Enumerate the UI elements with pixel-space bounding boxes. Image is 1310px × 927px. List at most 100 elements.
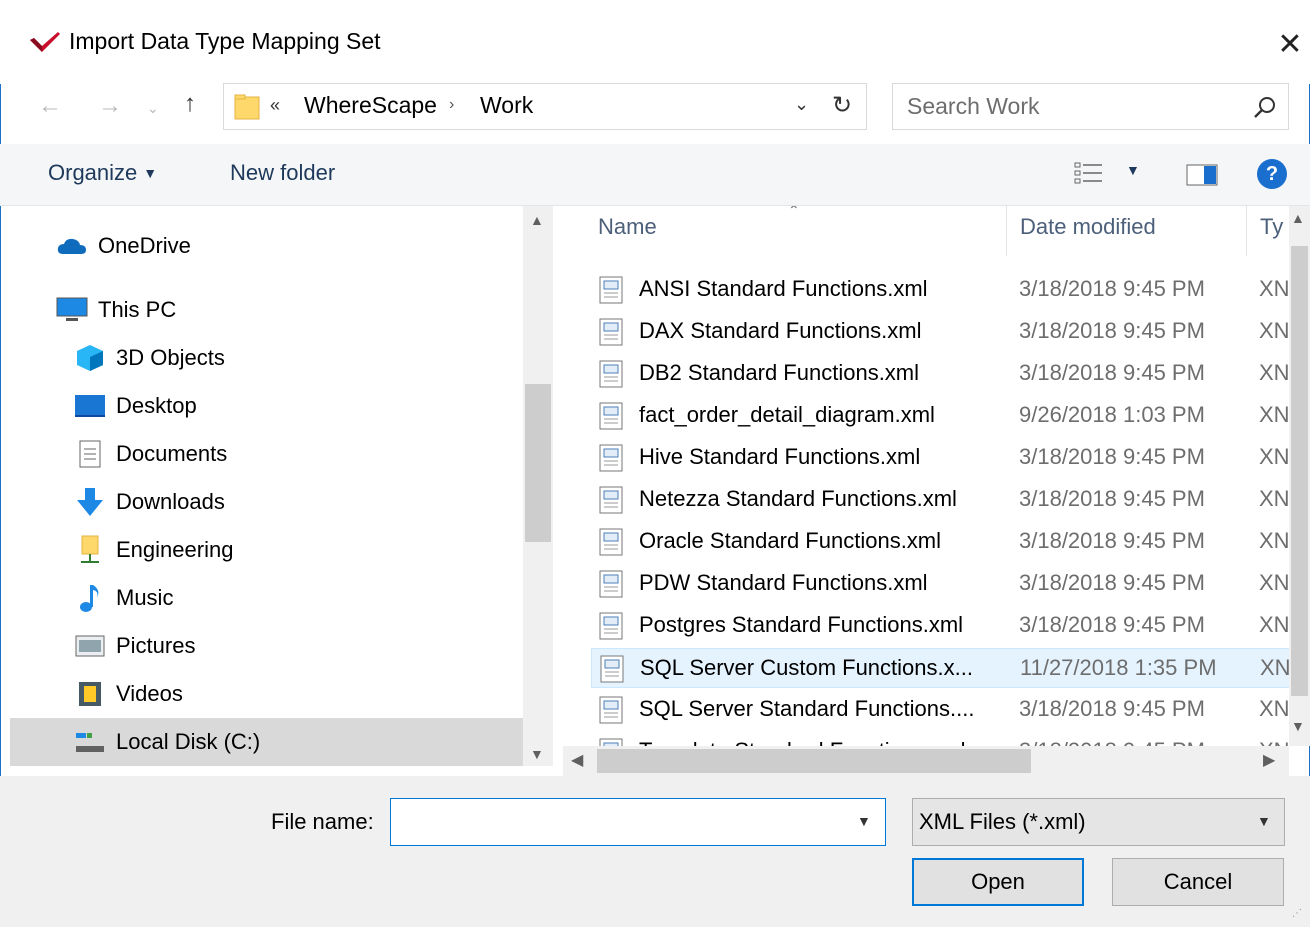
- recent-locations-button[interactable]: ⌄: [147, 100, 159, 117]
- computer-icon: [56, 294, 88, 326]
- sidebar-item-label: This PC: [98, 297, 177, 322]
- overflow-chevron-icon[interactable]: «: [270, 95, 280, 116]
- file-name: ANSI Standard Functions.xml: [639, 276, 928, 301]
- column-header-date-modified[interactable]: Date modified: [1020, 214, 1156, 240]
- sidebar-item-videos[interactable]: Videos: [74, 670, 474, 718]
- close-button[interactable]: ✕: [1270, 22, 1310, 66]
- file-type-select[interactable]: XML Files (*.xml) ▼: [912, 798, 1285, 846]
- column-header-type[interactable]: Ty: [1260, 214, 1283, 240]
- file-row[interactable]: SQL Server Custom Functions.x... 11/27/20…: [591, 648, 1289, 688]
- new-folder-button[interactable]: New folder: [230, 160, 335, 186]
- xml-file-icon: [599, 486, 623, 514]
- xml-file-icon: [599, 528, 623, 556]
- scroll-thumb[interactable]: [1291, 246, 1308, 696]
- sidebar-item-local-disk[interactable]: Local Disk (C:): [10, 718, 523, 766]
- file-name: Oracle Standard Functions.xml: [639, 528, 942, 553]
- scroll-up-icon[interactable]: ▲: [1291, 210, 1305, 226]
- cube-icon: [74, 342, 106, 374]
- file-row[interactable]: fact_order_detail_diagram.xml 9/26/2018 1…: [591, 396, 1289, 436]
- address-dropdown-icon[interactable]: ⌄: [794, 94, 809, 115]
- scroll-thumb[interactable]: [597, 749, 1031, 773]
- file-type-value: XML Files (*.xml): [919, 809, 1086, 834]
- file-list: ⌃ Name Date modified Ty ANSI Standard Fu…: [563, 206, 1289, 746]
- sidebar-item-label: Documents: [116, 441, 228, 466]
- network-folder-icon: [74, 534, 106, 566]
- sidebar-item-3d-objects[interactable]: 3D Objects: [74, 334, 474, 382]
- column-divider[interactable]: [1006, 206, 1007, 256]
- column-header-name[interactable]: Name: [598, 214, 657, 240]
- search-icon[interactable]: [1251, 94, 1279, 122]
- cancel-button[interactable]: Cancel: [1112, 858, 1284, 906]
- file-row[interactable]: DB2 Standard Functions.xml 3/18/2018 9:45…: [591, 354, 1289, 394]
- file-row[interactable]: Postgres Standard Functions.xml 3/18/2018…: [591, 606, 1289, 646]
- file-list-horizontal-scrollbar[interactable]: ◀ ▶: [563, 746, 1289, 776]
- xml-file-icon: [599, 276, 623, 304]
- search-input[interactable]: [907, 93, 1227, 120]
- up-button[interactable]: ↑: [184, 90, 196, 118]
- file-date-modified: 3/18/2018 9:45 PM: [1019, 444, 1205, 469]
- scroll-thumb[interactable]: [525, 384, 551, 542]
- file-row[interactable]: Oracle Standard Functions.xml 3/18/2018 9…: [591, 522, 1289, 562]
- file-type: XN: [1259, 570, 1289, 595]
- sidebar-item-documents[interactable]: Documents: [74, 430, 474, 478]
- sidebar-item-this-pc[interactable]: This PC: [56, 286, 456, 334]
- breadcrumb-work[interactable]: Work: [480, 92, 533, 119]
- breadcrumb-separator-icon[interactable]: ›: [449, 96, 454, 114]
- navigation-scrollbar[interactable]: ▲ ▼: [523, 206, 553, 766]
- file-row[interactable]: ANSI Standard Functions.xml 3/18/2018 9:4…: [591, 270, 1289, 310]
- window-title: Import Data Type Mapping Set: [69, 28, 381, 54]
- sidebar-item-pictures[interactable]: Pictures: [74, 622, 474, 670]
- file-type: XN: [1259, 318, 1289, 343]
- sidebar-item-onedrive[interactable]: OneDrive: [56, 222, 456, 270]
- documents-icon: [74, 438, 106, 470]
- file-name-combobox[interactable]: ▼: [390, 798, 886, 846]
- scroll-up-icon[interactable]: ▲: [530, 212, 544, 228]
- file-date-modified: 9/26/2018 1:03 PM: [1019, 402, 1205, 427]
- help-button[interactable]: ?: [1257, 159, 1287, 189]
- file-name-input[interactable]: [399, 808, 839, 834]
- search-box[interactable]: [892, 83, 1289, 130]
- file-date-modified: 3/18/2018 9:45 PM: [1019, 276, 1205, 301]
- breadcrumb-wherescape[interactable]: WhereScape: [304, 92, 437, 119]
- resize-grip-icon[interactable]: ⋰: [1292, 908, 1302, 919]
- title-bar: Import Data Type Mapping Set ✕: [0, 0, 1310, 84]
- disk-icon: [74, 726, 106, 758]
- sidebar-item-label: 3D Objects: [116, 345, 225, 370]
- scroll-down-icon[interactable]: ▼: [530, 746, 544, 762]
- xml-file-icon: [599, 738, 623, 746]
- view-dropdown-icon[interactable]: ▼: [1126, 162, 1140, 178]
- refresh-icon[interactable]: ↻: [832, 91, 852, 120]
- music-icon: [74, 582, 106, 614]
- sidebar-item-label: Pictures: [116, 633, 196, 658]
- back-button[interactable]: ←: [38, 92, 62, 120]
- file-type: XN: [1259, 612, 1289, 637]
- forward-button[interactable]: →: [98, 92, 122, 120]
- file-name: Postgres Standard Functions.xml: [639, 612, 964, 637]
- file-row[interactable]: DAX Standard Functions.xml 3/18/2018 9:45…: [591, 312, 1289, 352]
- file-row[interactable]: Template Standard Functions.xml 3/18/2018…: [591, 732, 1289, 746]
- sidebar-item-music[interactable]: Music: [74, 574, 474, 622]
- chevron-down-icon[interactable]: ▼: [857, 813, 871, 829]
- scroll-left-icon[interactable]: ◀: [571, 750, 583, 770]
- file-name: Template Standard Functions.xml: [639, 738, 966, 746]
- sidebar-item-engineering[interactable]: Engineering: [74, 526, 474, 574]
- scroll-right-icon[interactable]: ▶: [1263, 750, 1275, 770]
- file-row[interactable]: Hive Standard Functions.xml 3/18/2018 9:4…: [591, 438, 1289, 478]
- column-divider[interactable]: [1246, 206, 1247, 256]
- file-row[interactable]: SQL Server Standard Functions.... 3/18/20…: [591, 690, 1289, 730]
- address-bar[interactable]: « WhereScape › Work ⌄ ↻: [223, 83, 867, 130]
- sidebar-item-label: OneDrive: [98, 233, 191, 258]
- sidebar-item-label: Local Disk (C:): [116, 729, 261, 754]
- scroll-down-icon[interactable]: ▼: [1291, 718, 1305, 734]
- preview-pane-icon[interactable]: [1186, 164, 1218, 186]
- sidebar-item-downloads[interactable]: Downloads: [74, 478, 474, 526]
- organize-button[interactable]: Organize ▼: [48, 160, 157, 186]
- sidebar-item-desktop[interactable]: Desktop: [74, 382, 474, 430]
- open-button[interactable]: Open: [912, 858, 1084, 906]
- file-row[interactable]: PDW Standard Functions.xml 3/18/2018 9:45…: [591, 564, 1289, 604]
- close-icon: ✕: [1277, 27, 1303, 61]
- file-list-vertical-scrollbar[interactable]: ▲ ▼: [1289, 206, 1310, 746]
- view-options-icon[interactable]: [1074, 162, 1104, 184]
- file-type: XN: [1260, 655, 1289, 680]
- file-row[interactable]: Netezza Standard Functions.xml 3/18/2018 …: [591, 480, 1289, 520]
